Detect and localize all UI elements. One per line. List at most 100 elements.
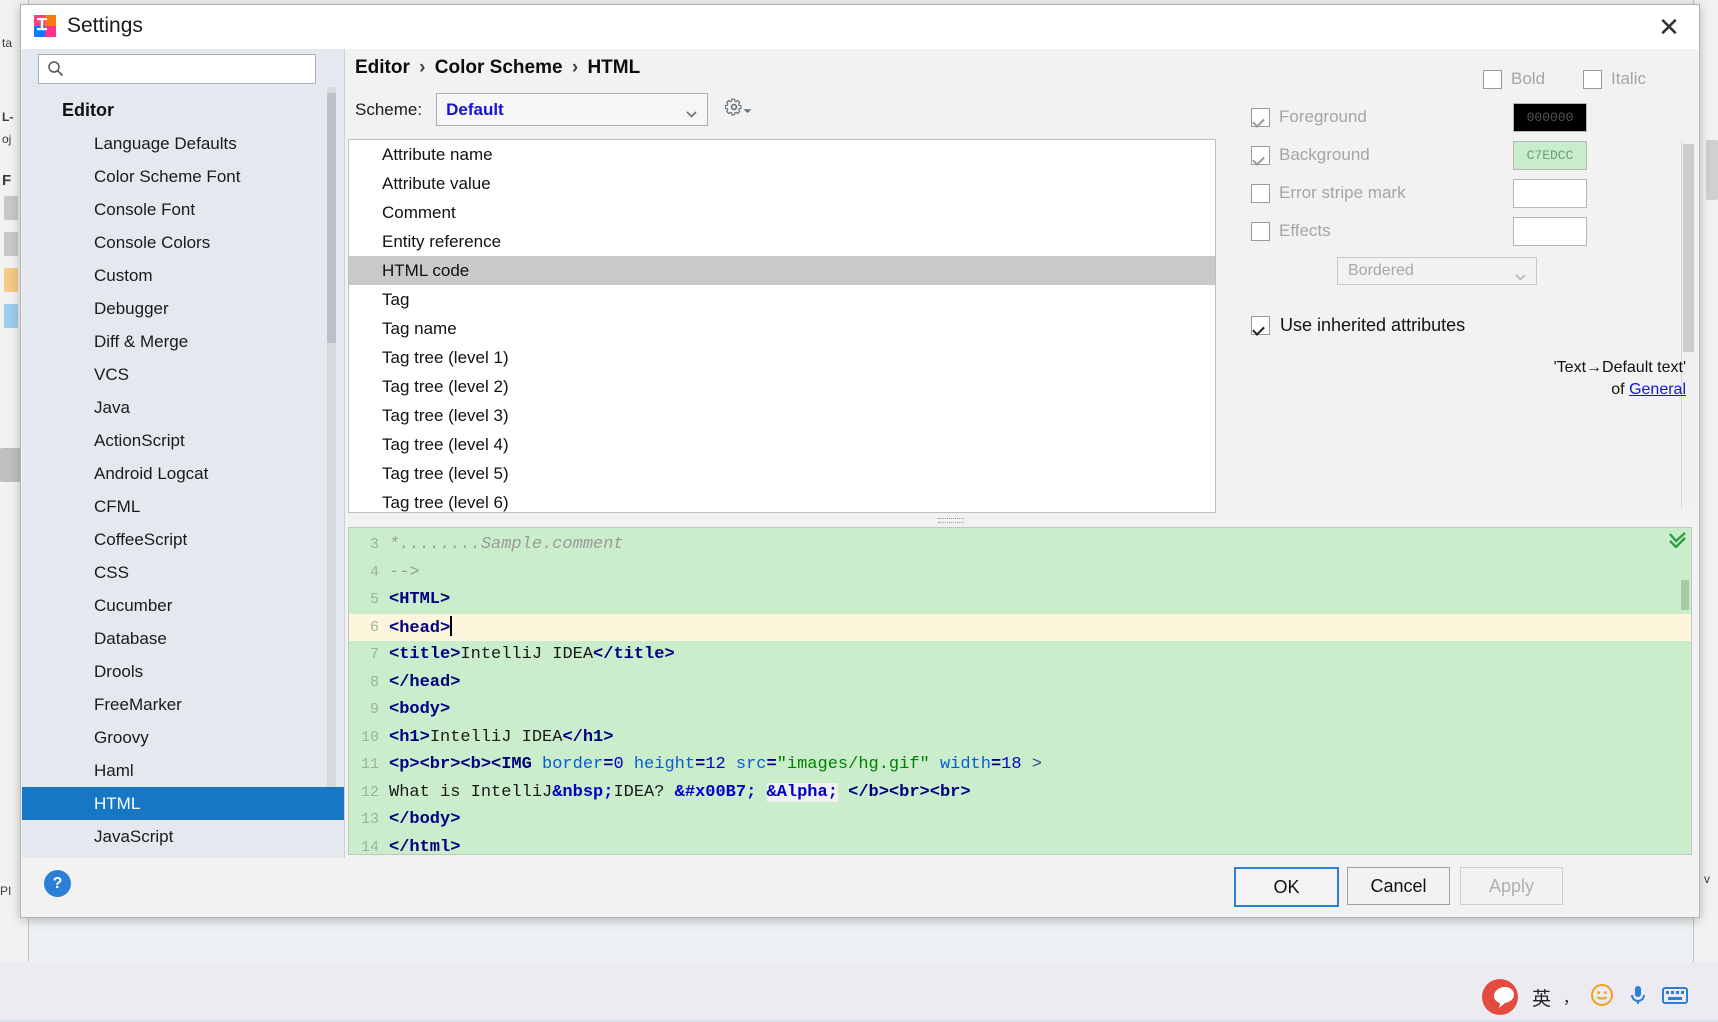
color-key-row[interactable]: Comment xyxy=(349,198,1215,227)
color-key-row[interactable]: Tag tree (level 5) xyxy=(349,459,1215,488)
color-swatch[interactable] xyxy=(1513,178,1587,208)
sidebar-item-haml[interactable]: Haml xyxy=(22,754,344,787)
bold-checkbox[interactable]: Bold xyxy=(1483,69,1545,89)
code-line[interactable]: 7 <title>IntelliJ IDEA</title> xyxy=(349,641,1691,669)
sidebar-item-language-defaults[interactable]: Language Defaults xyxy=(22,127,344,160)
sidebar-item-java[interactable]: Java xyxy=(22,391,344,424)
sidebar-item-custom[interactable]: Custom xyxy=(22,259,344,292)
code-line[interactable]: 5 <HTML> xyxy=(349,586,1691,614)
attribute-checkbox[interactable]: Foreground xyxy=(1251,107,1367,127)
code-line[interactable]: 10 <h1>IntelliJ IDEA</h1> xyxy=(349,724,1691,752)
close-icon[interactable]: ✕ xyxy=(1639,5,1699,49)
scheme-select[interactable]: Default xyxy=(436,93,709,126)
preview-inspection-icon[interactable] xyxy=(1669,532,1687,549)
sidebar-item-actionscript[interactable]: ActionScript xyxy=(22,424,344,457)
color-key-list[interactable]: Attribute name Attribute value Comment Enti… xyxy=(348,139,1216,513)
code-line[interactable]: 6 <head> xyxy=(349,613,1691,641)
sidebar-item-label: Drools xyxy=(94,661,144,681)
sidebar-item-console-colors[interactable]: Console Colors xyxy=(22,226,344,259)
color-key-row[interactable]: Attribute name xyxy=(349,140,1215,169)
color-key-row[interactable]: Attribute value xyxy=(349,169,1215,198)
color-key-row[interactable]: Tag xyxy=(349,285,1215,314)
sidebar-item-freemarker[interactable]: FreeMarker xyxy=(22,688,344,721)
color-swatch[interactable]: C7EDCC xyxy=(1513,140,1587,170)
dialog-title: Settings xyxy=(67,14,143,37)
sidebar-scrollbar-thumb[interactable] xyxy=(327,93,336,343)
sidebar-item-debugger[interactable]: Debugger xyxy=(22,292,344,325)
ime-mode-label[interactable]: 英 xyxy=(1532,984,1551,1011)
code-line[interactable]: 8 </head> xyxy=(349,669,1691,697)
inherited-general-link[interactable]: General xyxy=(1629,381,1686,398)
backdrop-project-fragment: oj xyxy=(2,132,12,146)
color-key-row[interactable]: Tag tree (level 6) xyxy=(349,488,1215,512)
attribute-checkbox[interactable]: Background xyxy=(1251,145,1370,165)
keyboard-icon[interactable] xyxy=(1662,983,1688,1012)
sidebar-item-coffeescript[interactable]: CoffeeScript xyxy=(22,523,344,556)
apply-button[interactable]: Apply xyxy=(1460,867,1563,905)
attribute-row-foreground[interactable]: Foreground 000000 xyxy=(1251,102,1587,132)
search-box[interactable] xyxy=(38,54,316,84)
sidebar-item-label: Language Defaults xyxy=(94,133,237,153)
attribute-row-effects[interactable]: Effects xyxy=(1251,216,1587,246)
attribute-label: Effects xyxy=(1279,221,1331,240)
sidebar-item-cucumber[interactable]: Cucumber xyxy=(22,589,344,622)
sidebar-item-label: Android Logcat xyxy=(94,463,209,483)
italic-checkbox[interactable]: Italic xyxy=(1583,69,1646,89)
color-key-row[interactable]: Tag tree (level 4) xyxy=(349,430,1215,459)
attribute-checkbox[interactable]: Effects xyxy=(1251,221,1331,241)
backdrop-right-fragment: v xyxy=(1704,872,1710,886)
color-key-row[interactable]: Entity reference xyxy=(349,227,1215,256)
attribute-row-background[interactable]: Background C7EDCC xyxy=(1251,140,1587,170)
color-key-row[interactable]: Tag tree (level 3) xyxy=(349,401,1215,430)
line-number: 4 xyxy=(369,563,379,581)
color-swatch[interactable]: 000000 xyxy=(1513,102,1587,132)
code-line[interactable]: 9 <body> xyxy=(349,696,1691,724)
help-button[interactable]: ? xyxy=(44,870,71,897)
panel-splitter[interactable] xyxy=(348,515,1554,525)
code-line[interactable]: 14 </html> xyxy=(349,834,1691,854)
code-line[interactable]: 4 --> xyxy=(349,559,1691,587)
code-preview[interactable]: 3 *........Sample.comment 4 --> 5 <HTML> 6 <hea… xyxy=(348,527,1692,855)
sidebar-item-drools[interactable]: Drools xyxy=(22,655,344,688)
sidebar-root-editor[interactable]: Editor xyxy=(22,93,344,127)
sidebar-item-android-logcat[interactable]: Android Logcat xyxy=(22,457,344,490)
search-input[interactable] xyxy=(69,58,309,82)
scheme-settings-button[interactable] xyxy=(724,98,752,121)
smiley-icon[interactable] xyxy=(1590,983,1614,1012)
backdrop-bottom-fragment: PI xyxy=(0,884,12,898)
sidebar-item-label: Java xyxy=(94,397,130,417)
use-inherited-attributes-checkbox[interactable]: Use inherited attributes xyxy=(1251,315,1465,336)
color-key-row[interactable]: HTML code xyxy=(349,256,1215,285)
attribute-checkbox[interactable]: Error stripe mark xyxy=(1251,183,1406,203)
sogou-icon[interactable] xyxy=(1480,977,1520,1017)
ok-button[interactable]: OK xyxy=(1234,867,1339,907)
sidebar-item-groovy[interactable]: Groovy xyxy=(22,721,344,754)
preview-scrollbar-thumb[interactable] xyxy=(1681,580,1689,610)
sidebar-item-console-font[interactable]: Console Font xyxy=(22,193,344,226)
color-key-row[interactable]: Tag name xyxy=(349,314,1215,343)
effect-type-select[interactable]: Bordered xyxy=(1337,257,1537,285)
code-line[interactable]: 12 What is IntelliJ&nbsp;IDEA? &#x00B7; &… xyxy=(349,779,1691,807)
code-line[interactable]: 13 </body> xyxy=(349,806,1691,834)
sidebar-item-html[interactable]: HTML xyxy=(22,787,344,820)
sidebar-item-vcs[interactable]: VCS xyxy=(22,358,344,391)
sidebar-item-css[interactable]: CSS xyxy=(22,556,344,589)
breadcrumb-separator-0: › xyxy=(419,57,426,78)
cancel-button[interactable]: Cancel xyxy=(1347,867,1450,905)
sidebar-item-database[interactable]: Database xyxy=(22,622,344,655)
sidebar-item-diff-merge[interactable]: Diff & Merge xyxy=(22,325,344,358)
color-key-row[interactable]: Tag tree (level 1) xyxy=(349,343,1215,372)
ime-punctuation-label[interactable]: ， xyxy=(1563,987,1578,1008)
sidebar-item-color-scheme-font[interactable]: Color Scheme Font xyxy=(22,160,344,193)
color-key-label: Tag tree (level 6) xyxy=(382,492,509,512)
attribute-row-error-stripe-mark[interactable]: Error stripe mark xyxy=(1251,178,1587,208)
gear-dropdown-caret xyxy=(743,101,752,119)
code-line[interactable]: 11 <p><br><b><IMG border=0 height=12 src=… xyxy=(349,751,1691,779)
code-line[interactable]: 3 *........Sample.comment xyxy=(349,531,1691,559)
sidebar-item-javascript[interactable]: JavaScript xyxy=(22,820,344,853)
color-key-row[interactable]: Tag tree (level 2) xyxy=(349,372,1215,401)
sidebar-item-cfml[interactable]: CFML xyxy=(22,490,344,523)
color-swatch[interactable] xyxy=(1513,216,1587,246)
microphone-icon[interactable] xyxy=(1626,983,1650,1012)
line-number: 5 xyxy=(369,591,379,609)
